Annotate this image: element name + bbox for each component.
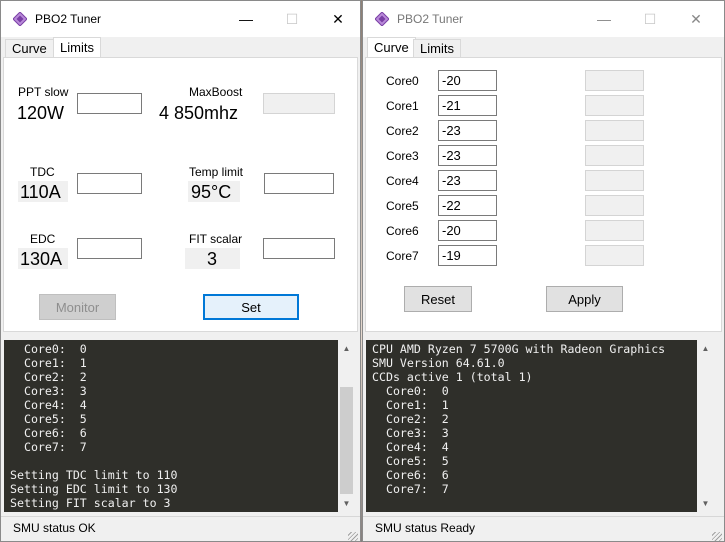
minimize-icon: — [597,11,611,27]
core-readout [585,245,644,266]
tdc-input[interactable] [77,173,142,194]
core-label: Core4 [386,174,419,188]
core-offset-input[interactable]: -20 [438,220,497,241]
ppt-slow-label: PPT slow [18,85,69,99]
monitor-button[interactable]: Monitor [39,294,116,320]
set-button[interactable]: Set [203,294,299,320]
tab-limits[interactable]: Limits [413,39,461,58]
diamond-logo-icon [375,12,389,26]
resize-grip-icon[interactable] [712,532,722,541]
window-title: PBO2 Tuner [35,12,102,26]
fit-scalar-label: FIT scalar [189,232,243,246]
status-bar: SMU status OK [1,516,360,541]
close-icon: ✕ [690,10,702,27]
temp-limit-label: Temp limit [189,165,244,179]
pbo2-tuner-window-limits: PBO2 Tuner — ☐ ✕ Curve Limits PPT slow 1… [0,0,361,542]
ppt-slow-input[interactable] [77,93,142,114]
minimize-button[interactable]: — [581,1,627,37]
close-button[interactable]: ✕ [673,1,719,37]
edc-value: 130A [20,249,63,269]
diamond-logo-icon [13,12,27,26]
apply-button[interactable]: Apply [546,286,623,312]
core-offset-input[interactable]: -22 [438,195,497,216]
close-button[interactable]: ✕ [315,1,360,37]
scroll-thumb[interactable] [340,387,353,494]
edc-label: EDC [30,232,56,246]
maximize-icon: ☐ [285,10,299,27]
tab-curve[interactable]: Curve [367,37,416,59]
core-offset-input[interactable]: -23 [438,120,497,141]
core-readout [585,120,644,141]
core-label: Core5 [386,199,419,213]
core-readout [585,170,644,191]
maximize-icon: ☐ [643,10,657,27]
scroll-up-icon[interactable]: ▲ [338,340,355,357]
log-console: Core0: 0 Core1: 1 Core2: 2 Core3: 3 Core… [4,340,338,512]
scroll-down-icon[interactable]: ▼ [697,495,714,512]
status-text: SMU status OK [13,521,96,535]
core-label: Core0 [386,74,419,88]
tab-strip: Curve Limits [1,37,360,59]
core-offset-input[interactable]: -21 [438,95,497,116]
core-readout [585,95,644,116]
fit-scalar-input[interactable] [263,238,335,259]
fit-scalar-value: 3 [207,249,218,269]
core-label: Core7 [386,249,419,263]
title-bar[interactable]: PBO2 Tuner — ☐ ✕ [1,1,360,37]
scroll-up-icon[interactable]: ▲ [697,340,714,357]
limits-panel: PPT slow 120W MaxBoost 4 850mhz TDC 110A… [3,57,358,332]
core-offset-input[interactable]: -19 [438,245,497,266]
temp-limit-value: 95°C [191,182,232,202]
tdc-value: 110A [20,182,61,202]
core-readout [585,70,644,91]
ppt-slow-value: 120W [17,103,65,123]
status-bar: SMU status Ready [363,516,724,541]
maxboost-value: 4 850mhz [159,103,239,123]
maxboost-input [263,93,335,114]
core-offset-input[interactable]: -23 [438,170,497,191]
core-offset-input[interactable]: -23 [438,145,497,166]
core-readout [585,220,644,241]
pbo2-tuner-window-curve: PBO2 Tuner — ☐ ✕ Curve Limits Core0 -20 … [362,0,725,542]
title-bar[interactable]: PBO2 Tuner — ☐ ✕ [363,1,724,37]
close-icon: ✕ [332,10,344,27]
log-console: CPU AMD Ryzen 7 5700G with Radeon Graphi… [366,340,697,512]
tab-curve[interactable]: Curve [5,39,54,58]
log-scrollbar[interactable]: ▲ ▼ [338,340,355,512]
core-readout [585,195,644,216]
core-readout [585,145,644,166]
log-scrollbar[interactable]: ▲ ▼ [697,340,714,512]
maximize-button[interactable]: ☐ [627,1,673,37]
minimize-button[interactable]: — [223,1,269,37]
core-label: Core1 [386,99,419,113]
temp-limit-input[interactable] [264,173,334,194]
core-label: Core6 [386,224,419,238]
maxboost-label: MaxBoost [189,85,243,99]
tab-limits[interactable]: Limits [53,37,101,59]
window-title: PBO2 Tuner [397,12,464,26]
reset-button[interactable]: Reset [404,286,472,312]
edc-input[interactable] [77,238,142,259]
curve-panel: Core0 -20 Core1 -21 Core2 -23 Core3 -23 … [365,57,722,332]
resize-grip-icon[interactable] [348,532,358,541]
minimize-icon: — [239,11,253,27]
tab-strip: Curve Limits [363,37,724,59]
core-label: Core3 [386,149,419,163]
scroll-down-icon[interactable]: ▼ [338,495,355,512]
core-label: Core2 [386,124,419,138]
core-offset-input[interactable]: -20 [438,70,497,91]
tdc-label: TDC [30,165,55,179]
status-text: SMU status Ready [375,521,476,535]
maximize-button[interactable]: ☐ [269,1,315,37]
